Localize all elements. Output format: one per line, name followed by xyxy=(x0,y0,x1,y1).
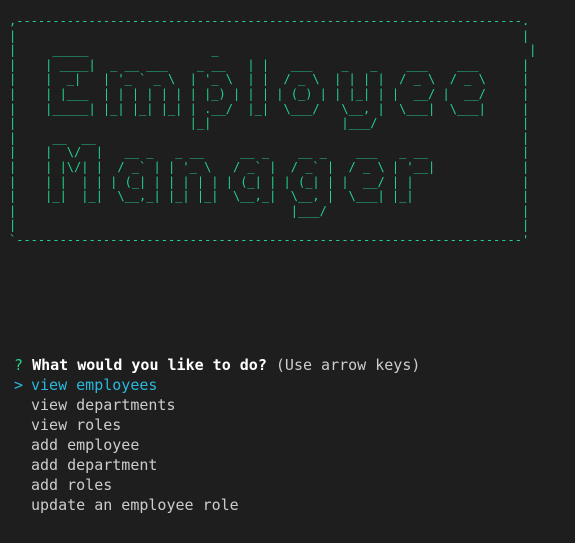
menu-choice-add-department[interactable]: add department xyxy=(14,455,570,475)
menu-choice-add-roles[interactable]: add roles xyxy=(14,475,570,495)
menu-choice-view-roles[interactable]: view roles xyxy=(14,415,570,435)
prompt-hint: (Use arrow keys) xyxy=(275,356,421,374)
ascii-banner: ,---------------------------------------… xyxy=(9,14,537,247)
prompt-line: ? What would you like to do? (Use arrow … xyxy=(14,355,570,375)
menu-choice-label: view roles xyxy=(31,416,122,434)
menu-choice-label: update an employee role xyxy=(31,496,239,514)
terminal-prompt: ? What would you like to do? (Use arrow … xyxy=(14,355,570,515)
pointer-icon: > xyxy=(14,376,24,394)
menu-choice-view-employees[interactable]: > view employees xyxy=(14,375,570,395)
menu-choice-label: add roles xyxy=(31,476,113,494)
menu-choice-label: add employee xyxy=(31,436,140,454)
menu-choice-label: view departments xyxy=(31,396,176,414)
menu-choice-update-employee-role[interactable]: update an employee role xyxy=(14,495,570,515)
menu-choice-add-employee[interactable]: add employee xyxy=(14,435,570,455)
menu-choice-view-departments[interactable]: view departments xyxy=(14,395,570,415)
menu-choice-label: add department xyxy=(31,456,158,474)
question-mark-icon: ? xyxy=(14,356,24,374)
prompt-question: What would you like to do? xyxy=(32,356,267,374)
menu-choice-label: view employees xyxy=(31,376,158,394)
